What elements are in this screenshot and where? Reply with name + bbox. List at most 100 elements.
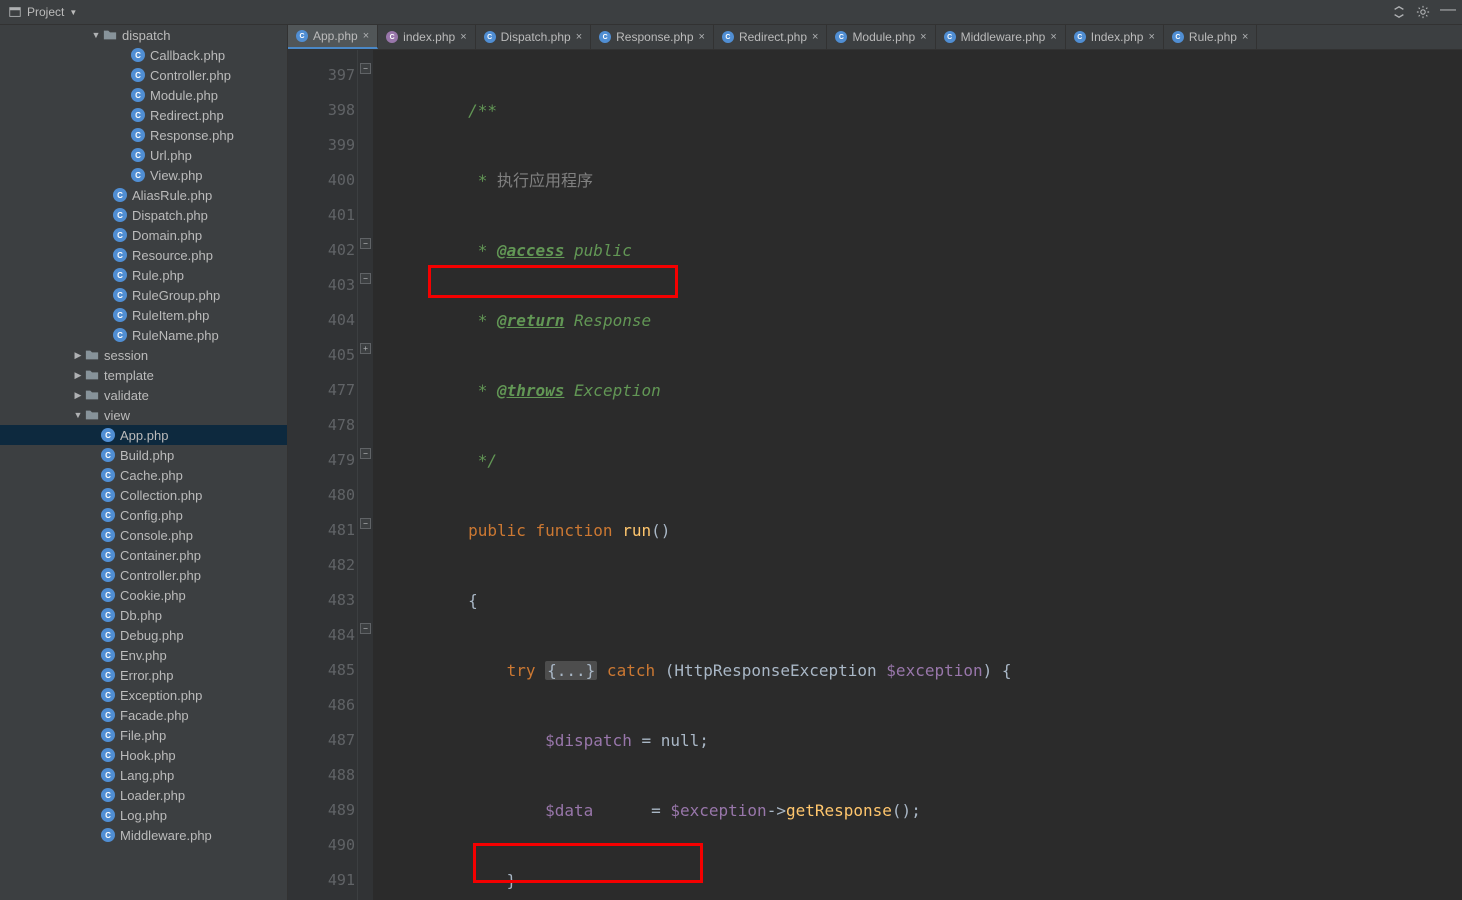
tree-item[interactable]: CBuild.php <box>0 445 287 465</box>
editor-tab[interactable]: CDispatch.php× <box>476 25 591 49</box>
tree-item[interactable]: ▼dispatch <box>0 25 287 45</box>
minimize-icon[interactable]: — <box>1440 5 1454 19</box>
tree-arrow-icon[interactable]: ▶ <box>72 370 84 381</box>
tree-item[interactable]: CApp.php <box>0 425 287 445</box>
close-icon[interactable]: × <box>1148 31 1154 43</box>
tree-item[interactable]: CRuleGroup.php <box>0 285 287 305</box>
editor-tab[interactable]: CModule.php× <box>827 25 935 49</box>
tree-item[interactable]: CResponse.php <box>0 125 287 145</box>
tree-item[interactable]: CLang.php <box>0 765 287 785</box>
php-file-icon: C <box>112 247 128 263</box>
tree-item[interactable]: CException.php <box>0 685 287 705</box>
tree-item[interactable]: CHook.php <box>0 745 287 765</box>
editor-tab[interactable]: CApp.php× <box>288 25 378 49</box>
project-tree[interactable]: ▼dispatchCCallback.phpCController.phpCMo… <box>0 25 288 900</box>
tree-item[interactable]: CController.php <box>0 565 287 585</box>
tree-label: Resource.php <box>132 248 213 263</box>
tree-item[interactable]: ▶template <box>0 365 287 385</box>
tab-label: App.php <box>313 29 358 43</box>
close-icon[interactable]: × <box>460 31 466 43</box>
php-file-icon: C <box>112 207 128 223</box>
tree-item[interactable]: CConfig.php <box>0 505 287 525</box>
tree-item[interactable]: CView.php <box>0 165 287 185</box>
tree-item[interactable]: CError.php <box>0 665 287 685</box>
tree-item[interactable]: C Resource.php <box>0 245 287 265</box>
editor-tab[interactable]: CMiddleware.php× <box>936 25 1066 49</box>
tree-item[interactable]: CFile.php <box>0 725 287 745</box>
php-file-icon: C <box>130 67 146 83</box>
editor-tab[interactable]: CResponse.php× <box>591 25 714 49</box>
tree-item[interactable]: CCache.php <box>0 465 287 485</box>
tree-item[interactable]: CDomain.php <box>0 225 287 245</box>
tree-item[interactable]: CContainer.php <box>0 545 287 565</box>
collapse-icon[interactable] <box>1392 5 1406 19</box>
fold-mark-icon[interactable]: − <box>360 238 371 249</box>
editor-tab[interactable]: CRule.php× <box>1164 25 1257 49</box>
tree-item[interactable]: CCallback.php <box>0 45 287 65</box>
tree-item[interactable]: ▶validate <box>0 385 287 405</box>
tree-item[interactable]: ▼view <box>0 405 287 425</box>
php-file-icon: C <box>100 587 116 603</box>
php-file-icon: C <box>100 707 116 723</box>
folder-icon <box>102 27 118 43</box>
tree-label: Debug.php <box>120 628 184 643</box>
close-icon[interactable]: × <box>576 31 582 43</box>
tree-item[interactable]: CController.php <box>0 65 287 85</box>
tab-label: index.php <box>403 30 455 44</box>
line-number: 486 <box>288 688 355 723</box>
close-icon[interactable]: × <box>699 31 705 43</box>
tree-item[interactable]: CRuleName.php <box>0 325 287 345</box>
tree-label: Callback.php <box>150 48 225 63</box>
fold-mark-icon[interactable]: − <box>360 273 371 284</box>
editor-tab[interactable]: CIndex.php× <box>1066 25 1164 49</box>
close-icon[interactable]: × <box>1242 31 1248 43</box>
line-number: 480 <box>288 478 355 513</box>
tree-item[interactable]: CLoader.php <box>0 785 287 805</box>
tree-label: Container.php <box>120 548 201 563</box>
editor-tab[interactable]: CRedirect.php× <box>714 25 827 49</box>
tab-label: Index.php <box>1091 30 1144 44</box>
close-icon[interactable]: × <box>812 31 818 43</box>
code-editor[interactable]: 3973983994004014024034044054774784794804… <box>288 50 1462 900</box>
gear-icon[interactable] <box>1416 5 1430 19</box>
tree-item[interactable]: CFacade.php <box>0 705 287 725</box>
fold-mark-icon[interactable]: + <box>360 343 371 354</box>
fold-mark-icon[interactable]: − <box>360 448 371 459</box>
close-icon[interactable]: × <box>1050 31 1056 43</box>
tree-item[interactable]: CModule.php <box>0 85 287 105</box>
tree-item[interactable]: CRedirect.php <box>0 105 287 125</box>
fold-mark-icon[interactable]: − <box>360 518 371 529</box>
tree-item[interactable]: CDb.php <box>0 605 287 625</box>
tree-item[interactable]: CCookie.php <box>0 585 287 605</box>
editor-tab[interactable]: Cindex.php× <box>378 25 475 49</box>
tree-label: Env.php <box>120 648 167 663</box>
close-icon[interactable]: × <box>920 31 926 43</box>
tree-label: Dispatch.php <box>132 208 208 223</box>
tree-item[interactable]: CMiddleware.php <box>0 825 287 845</box>
tree-item[interactable]: CConsole.php <box>0 525 287 545</box>
tree-item[interactable]: CAliasRule.php <box>0 185 287 205</box>
close-icon[interactable]: × <box>363 30 369 42</box>
tree-arrow-icon[interactable]: ▼ <box>72 410 84 420</box>
tree-arrow-icon[interactable]: ▶ <box>72 350 84 361</box>
fold-mark-icon[interactable]: − <box>360 623 371 634</box>
tree-item[interactable]: CLog.php <box>0 805 287 825</box>
tree-item[interactable]: CRule.php <box>0 265 287 285</box>
tree-label: View.php <box>150 168 203 183</box>
tab-label: Middleware.php <box>961 30 1046 44</box>
tree-arrow-icon[interactable]: ▼ <box>90 30 102 40</box>
tree-label: Module.php <box>150 88 218 103</box>
fold-mark-icon[interactable]: − <box>360 63 371 74</box>
tree-item[interactable]: CDebug.php <box>0 625 287 645</box>
line-number: 478 <box>288 408 355 443</box>
tree-item[interactable]: CUrl.php <box>0 145 287 165</box>
code-content[interactable]: /** * 执行应用程序 * @access public * @return … <box>373 50 1462 900</box>
tree-item[interactable]: CEnv.php <box>0 645 287 665</box>
tree-item[interactable]: CRuleItem.php <box>0 305 287 325</box>
tab-label: Module.php <box>852 30 915 44</box>
tree-item[interactable]: C Dispatch.php <box>0 205 287 225</box>
tree-arrow-icon[interactable]: ▶ <box>72 390 84 401</box>
tree-item[interactable]: CCollection.php <box>0 485 287 505</box>
project-dropdown[interactable]: Project ▼ <box>8 5 77 19</box>
tree-item[interactable]: ▶session <box>0 345 287 365</box>
